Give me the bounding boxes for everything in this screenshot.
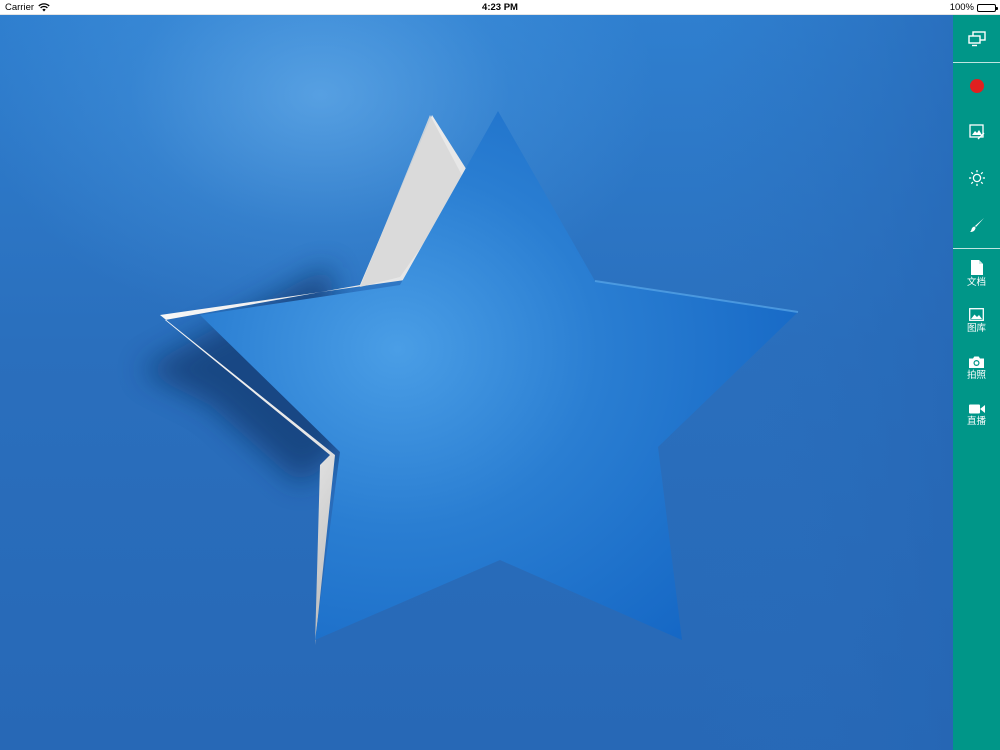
toolbar-item-label: 直播 [966,415,986,427]
toolbar-item-label: 拍照 [966,369,986,381]
status-right: 100% [949,0,998,15]
whiteboard-canvas[interactable] [0,15,953,750]
canvas-vignette [700,15,953,750]
star-artwork [140,15,953,750]
image-gallery-icon [969,308,984,321]
brightness-button[interactable] [953,162,1000,194]
battery-icon [977,3,998,12]
record-icon [969,79,984,93]
image-annotate-button[interactable] [953,116,1000,148]
image-annotate-icon [968,124,984,140]
screen-mirror-button[interactable] [953,23,1000,55]
battery-percent: 100% [949,2,974,13]
brush-button[interactable] [953,209,1000,241]
camera-icon [969,356,984,368]
status-time: 4:23 PM [482,2,518,13]
brush-icon [969,218,984,232]
toolbar-item-camera[interactable]: 拍照 [953,349,1000,387]
video-camera-icon [968,404,985,413]
document-icon [970,260,983,275]
toolbar-divider-top [953,62,1000,63]
toolbar-item-label: 文档 [966,277,986,288]
toolbar-divider-middle [953,248,1000,249]
toolbar-item-gallery[interactable]: 图库 [953,302,1000,340]
toolbar-item-document[interactable]: 文档 [953,255,1000,293]
brightness-icon [968,170,985,186]
toolbar-item-label: 图库 [966,323,986,334]
status-bar: Carrier 4:23 PM 100% [0,0,1000,15]
toolbar-item-live[interactable]: 直播 [953,396,1000,434]
record-button[interactable] [953,70,1000,102]
right-toolbar: 文档 图库 拍照 直播 [953,15,1000,750]
screen-mirror-icon [967,31,986,47]
